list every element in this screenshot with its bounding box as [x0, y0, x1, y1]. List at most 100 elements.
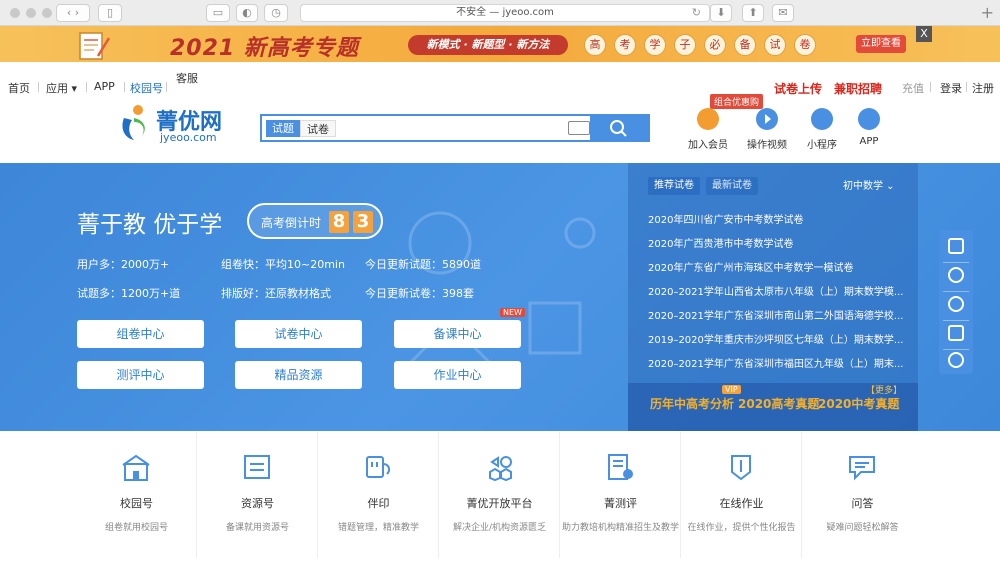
search-tab-questions[interactable]: 试题 — [266, 120, 300, 137]
minimize-window-icon[interactable] — [26, 8, 36, 18]
stat-today-questions: 今日更新试题：5890道 — [365, 258, 481, 271]
reload-icon[interactable]: ↻ — [692, 5, 701, 21]
video-label[interactable]: 操作视频 — [737, 136, 797, 151]
feature-card[interactable]: 问答 疑难问题轻松解答 — [802, 432, 923, 558]
nav-service[interactable]: 客服 — [176, 70, 198, 86]
feature-title: 菁优开放平台 — [466, 497, 533, 510]
exam-countdown: 高考倒计时 8 3 — [247, 203, 383, 239]
banner-char: 高 — [584, 34, 606, 56]
mini-program-icon[interactable] — [811, 108, 833, 130]
paper-link[interactable]: 2020年广西贵港市中考数学试卷 — [648, 235, 906, 250]
banner-view-button[interactable]: 立即查看 — [856, 35, 906, 53]
paper-recommend-panel: 推荐试卷 最新试卷 初中数学 ⌄ 2020年四川省广安市中考数学试卷 2020年… — [628, 163, 918, 431]
feature-card[interactable]: 在线作业 在线作业，提供个性化报告 — [681, 432, 802, 558]
video-icon[interactable] — [756, 108, 778, 130]
address-bar[interactable]: 不安全 — jyeoo.com ↻ — [300, 4, 710, 22]
nav-divider — [166, 82, 167, 92]
feature-title: 问答 — [851, 497, 874, 510]
ad-banner[interactable]: 2021 新高考专题 新模式 · 新题型 · 新方法 高 考 学 子 必 备 试… — [0, 26, 1000, 62]
lesson-center-button[interactable]: 备课中心 — [394, 320, 521, 348]
share-icon[interactable]: ⬆ — [742, 4, 764, 22]
paper-link[interactable]: 2020年广东省广州市海珠区中考数学一模试卷 — [648, 259, 906, 274]
nav-recruit[interactable]: 兼职招聘 — [834, 80, 882, 97]
feature-card[interactable]: 伴印 错题管理，精准教学 — [318, 432, 439, 558]
slogan: 菁于教 优于学 — [77, 212, 223, 238]
app-label[interactable]: APP — [839, 136, 899, 147]
stat-questions: 试题多：1200万+道 — [77, 287, 181, 300]
nav-register[interactable]: 注册 — [972, 80, 994, 96]
feature-grid: 校园号 组卷就用校园号 资源号 备课就用资源号 伴印 错题管理，精准教学 菁优开… — [76, 432, 924, 558]
feature-card[interactable]: 校园号 组卷就用校园号 — [76, 432, 197, 558]
assessment-center-button[interactable]: 测评中心 — [77, 361, 204, 389]
feature-title: 伴印 — [367, 497, 390, 510]
nav-upload-paper[interactable]: 试卷上传 — [774, 80, 822, 97]
feature-title: 资源号 — [241, 497, 274, 510]
banner-close-button[interactable]: X — [916, 26, 932, 42]
nav-recharge[interactable]: 充值 — [902, 80, 924, 96]
paper-center-button[interactable]: 试卷中心 — [235, 320, 362, 348]
feature-card[interactable]: 菁测评 助力教培机构精准招生及教学 — [560, 432, 681, 558]
exam-paper-icon — [79, 32, 111, 60]
combo-promo-badge[interactable]: 组合优惠购 — [710, 94, 764, 109]
search-button[interactable] — [590, 116, 648, 140]
nav-campus[interactable]: 校园号 — [130, 80, 163, 96]
feature-card[interactable]: 菁优开放平台 解决企业/机构资源匮乏 — [439, 432, 560, 558]
mobile-icon[interactable] — [948, 238, 964, 254]
jyeoo-logo-icon[interactable] — [118, 104, 154, 142]
join-vip-icon[interactable] — [697, 108, 719, 130]
stat-speed: 组卷快：平均10~20min — [221, 258, 345, 271]
subject-dropdown[interactable]: 初中数学 ⌄ — [843, 177, 895, 192]
qa-icon — [849, 456, 875, 481]
feature-desc: 解决企业/机构资源匮乏 — [452, 523, 547, 533]
homework-center-button[interactable]: 作业中心 — [394, 361, 521, 389]
paper-link[interactable]: 2020–2021学年广东省深圳市福田区九年级（上）期末... — [648, 355, 906, 370]
nav-home[interactable]: 首页 — [8, 80, 30, 96]
new-tab-icon[interactable]: + — [981, 3, 994, 22]
banner-char: 子 — [674, 34, 696, 56]
keyboard-icon[interactable] — [568, 121, 590, 135]
history-icon[interactable]: ◷ — [264, 4, 288, 22]
privacy-icon[interactable]: ◐ — [236, 4, 258, 22]
app-icon[interactable] — [858, 108, 880, 130]
nav-apps[interactable]: 应用 ▾ — [46, 80, 77, 96]
premium-resources-button[interactable]: 精品资源 — [235, 361, 362, 389]
exam-analysis-link[interactable]: 历年中高考分析 — [650, 395, 734, 412]
sidebar-icon[interactable]: ▯ — [98, 4, 122, 22]
tabs-icon[interactable]: ▭ — [206, 4, 230, 22]
banner-char: 考 — [614, 34, 636, 56]
banner-char: 试 — [764, 34, 786, 56]
weibo-icon[interactable] — [948, 352, 964, 368]
feature-card[interactable]: 资源号 备课就用资源号 — [197, 432, 318, 558]
join-vip-label[interactable]: 加入会员 — [678, 136, 738, 151]
headset-icon[interactable] — [948, 267, 964, 283]
tab-recommended-papers[interactable]: 推荐试卷 — [648, 177, 700, 195]
zoom-window-icon[interactable] — [42, 8, 52, 18]
back-forward-buttons[interactable]: ‹ › — [56, 4, 90, 22]
paper-link[interactable]: 2020–2021学年广东省深圳市南山第二外国语海德学校... — [648, 307, 906, 322]
nav-app[interactable]: APP — [94, 80, 115, 93]
side-divider — [943, 262, 969, 263]
paper-link[interactable]: 2020年四川省广安市中考数学试卷 — [648, 211, 906, 226]
search-tab-papers[interactable]: 试卷 — [300, 120, 336, 137]
user-icon[interactable] — [948, 325, 964, 341]
paper-link[interactable]: 2019–2020学年重庆市沙坪坝区七年级（上）期末数学... — [648, 331, 906, 346]
logo-domain: jyeoo.com — [160, 131, 217, 144]
nav-login[interactable]: 登录 — [940, 80, 962, 96]
feature-title: 菁测评 — [604, 497, 637, 510]
banner-title: 2021 新高考专题 — [170, 36, 359, 61]
reader-icon[interactable]: ✉ — [772, 4, 794, 22]
close-window-icon[interactable] — [10, 8, 20, 18]
feature-desc: 在线作业，提供个性化报告 — [687, 523, 796, 533]
tab-latest-papers[interactable]: 最新试卷 — [706, 177, 758, 195]
top-navigation: 首页 应用 ▾ APP 校园号 客服 试卷上传 兼职招聘 充值 登录 注册 — [0, 62, 1000, 96]
search-box[interactable]: 试题 试卷 — [260, 114, 650, 142]
download-icon[interactable]: ⬇ — [710, 4, 732, 22]
paper-link[interactable]: 2020–2021学年山西省太原市八年级（上）期末数学模... — [648, 283, 906, 298]
banner-char: 备 — [734, 34, 756, 56]
nav-divider — [930, 82, 931, 92]
search-icon — [610, 120, 627, 137]
zhongkao-real-link[interactable]: 2020中考真题 — [818, 395, 899, 412]
compose-center-button[interactable]: 组卷中心 — [77, 320, 204, 348]
gaokao-real-link[interactable]: 2020高考真题 — [738, 395, 819, 412]
wechat-icon[interactable] — [948, 296, 964, 312]
